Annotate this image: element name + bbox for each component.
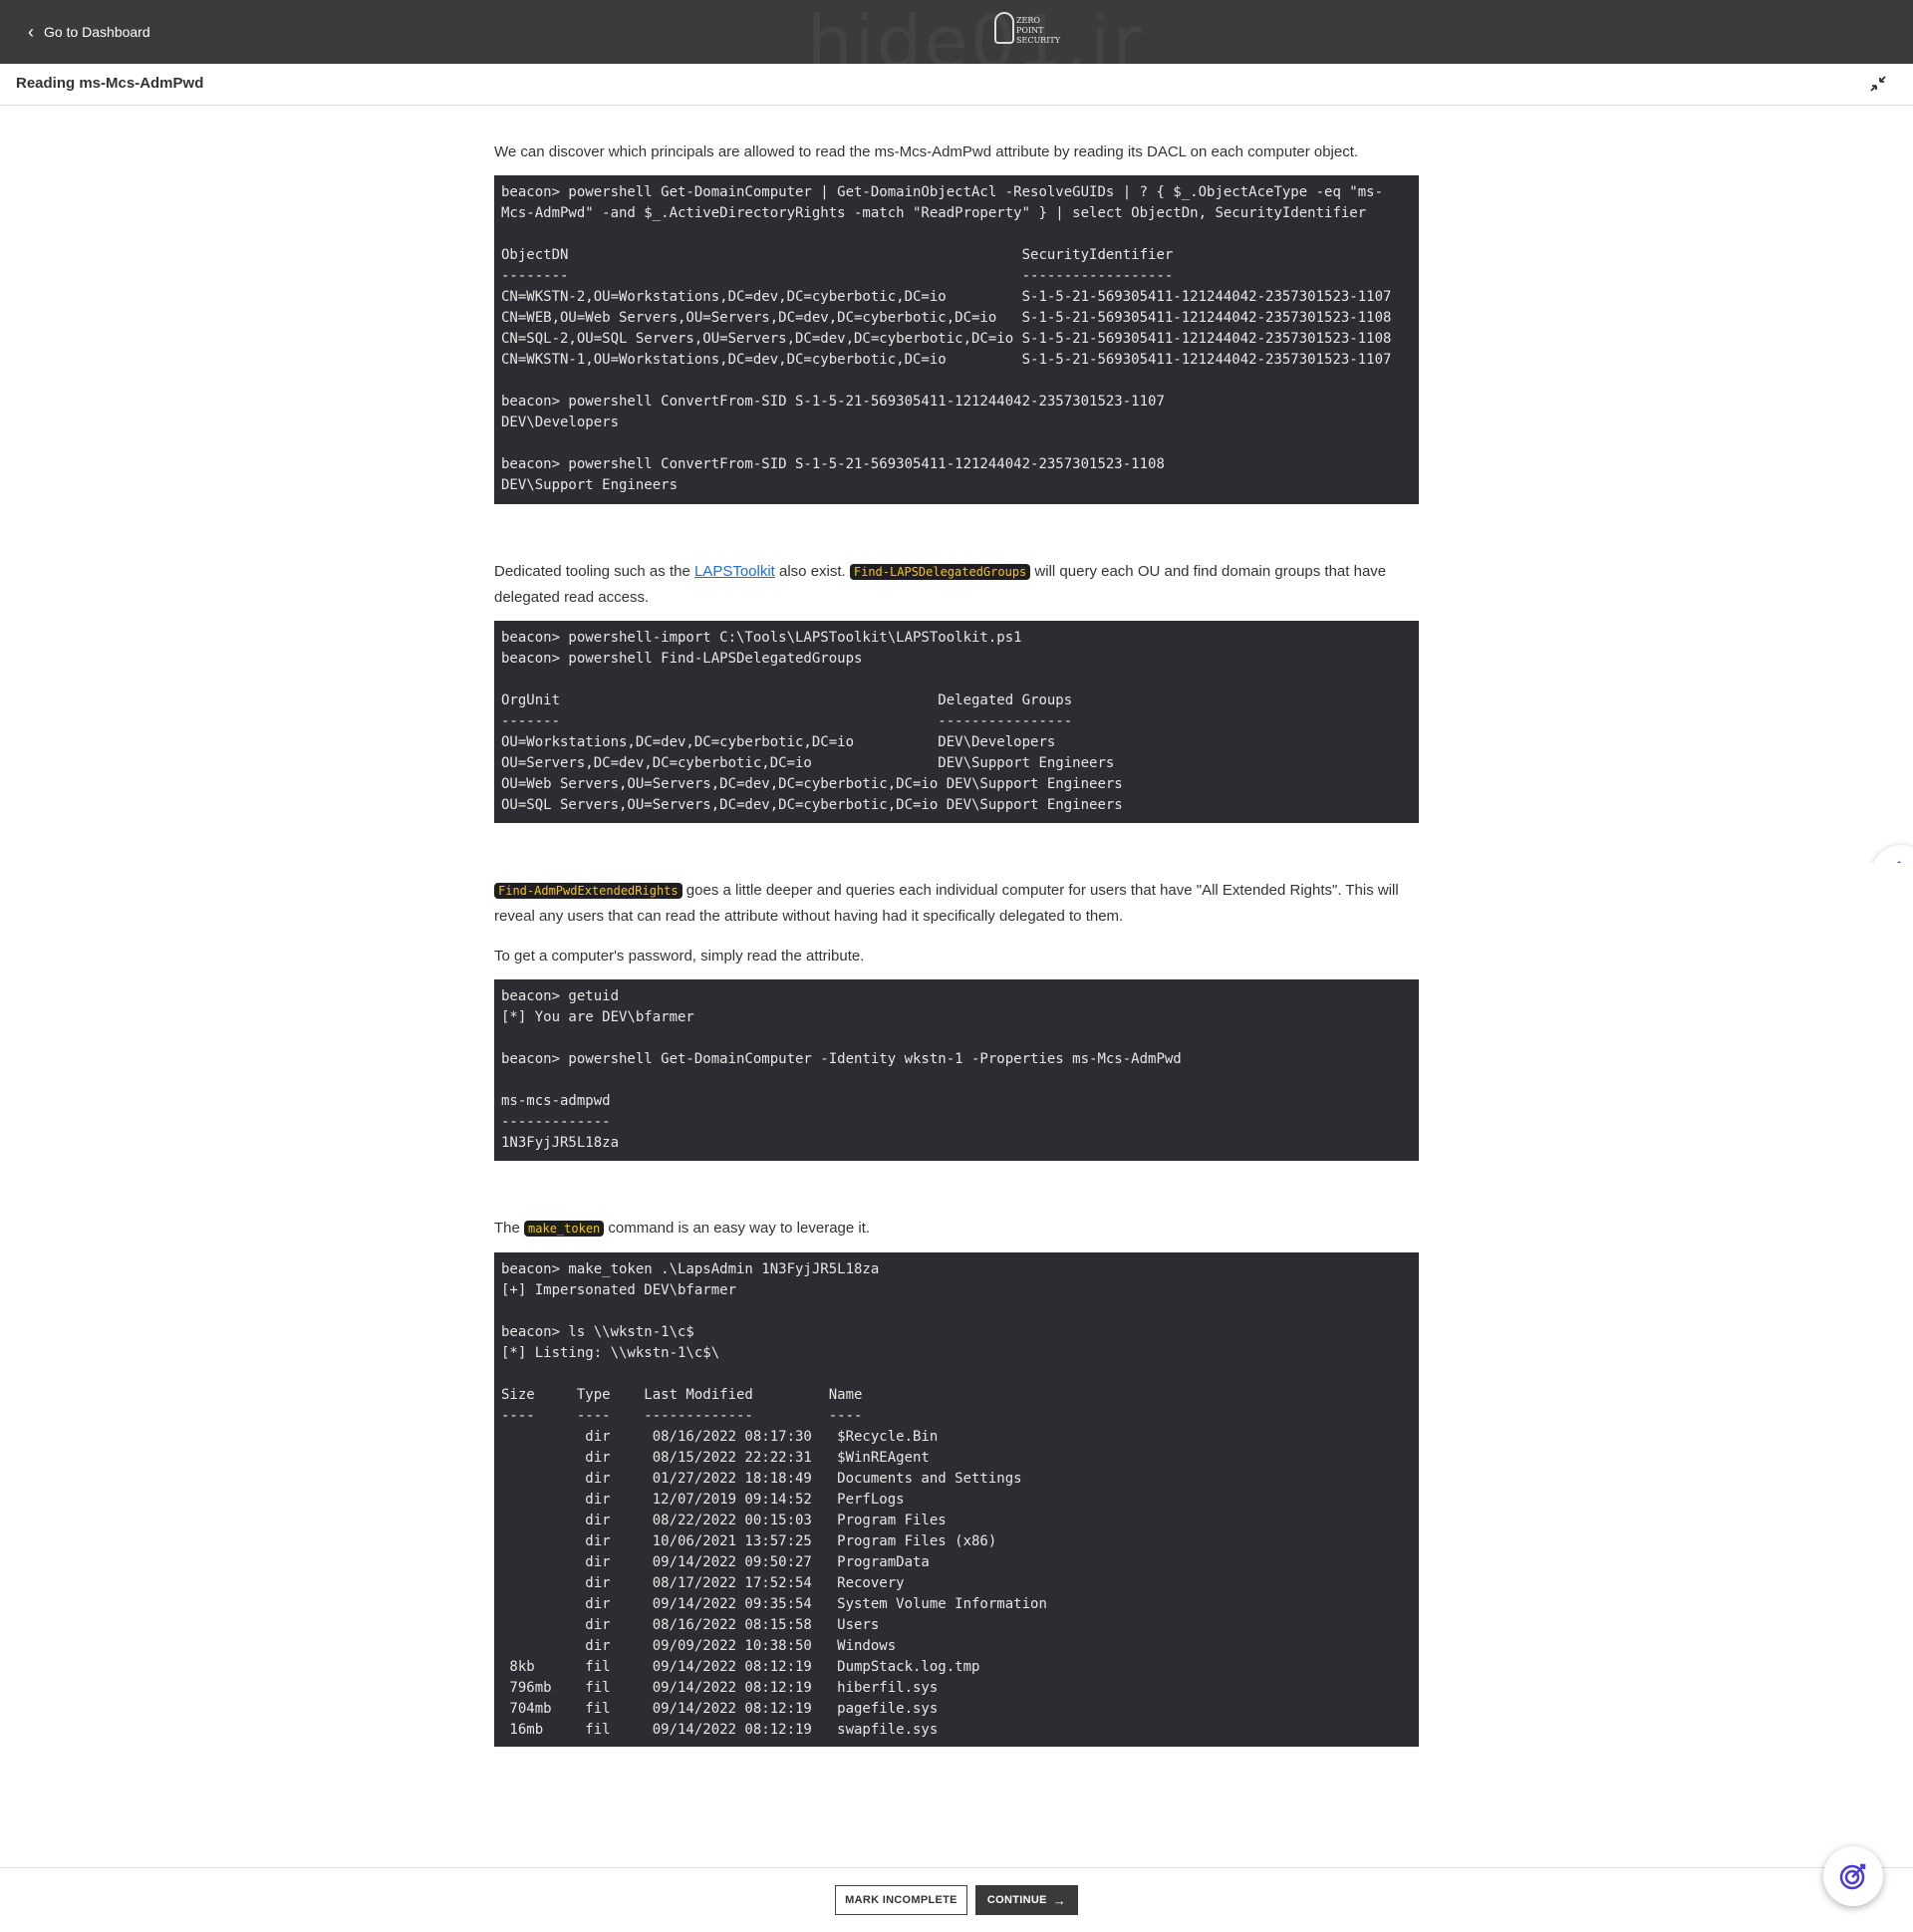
collapse-icon[interactable] <box>1867 73 1889 95</box>
side-mask <box>1803 863 1913 923</box>
code-block-domain-acl: beacon> powershell Get-DomainComputer | … <box>494 175 1419 504</box>
lesson-title: Reading ms-Mcs-AdmPwd <box>16 75 204 92</box>
arrow-right-icon: → <box>1052 1892 1067 1908</box>
logo-text: ZERO POINT SECURITY <box>1016 16 1060 45</box>
mark-incomplete-button[interactable]: MARK INCOMPLETE <box>835 1885 967 1915</box>
paragraph-extended-rights: Find-AdmPwdExtendedRights goes a little … <box>494 878 1419 929</box>
paragraph-text: The <box>494 1220 525 1237</box>
paragraph-text: Dedicated tooling such as the <box>494 563 694 580</box>
go-to-dashboard-label: Go to Dashboard <box>44 24 150 40</box>
code-block-read-password: beacon> getuid [*] You are DEV\bfarmer b… <box>494 979 1419 1161</box>
paragraph-make-token: The make_token command is an easy way to… <box>494 1216 1419 1242</box>
zero-point-security-logo: ZERO POINT SECURITY <box>994 10 1060 46</box>
assistant-button[interactable] <box>1823 1846 1883 1906</box>
logo-mark <box>994 12 1014 44</box>
continue-label: CONTINUE <box>986 1894 1047 1906</box>
target-icon <box>1839 1863 1866 1890</box>
lesson-header: Reading ms-Mcs-AdmPwd <box>0 64 1913 106</box>
top-navigation-bar: ‹ Go to Dashboard hide01.ir ZERO POINT S… <box>0 0 1913 78</box>
paragraph-laps-toolkit: Dedicated tooling such as the LAPSToolki… <box>494 559 1419 610</box>
laps-toolkit-link[interactable]: LAPSToolkit <box>694 563 775 580</box>
inline-code-find-laps-delegated-groups: Find-LAPSDelegatedGroups <box>849 564 1031 580</box>
inline-code-make-token: make_token <box>524 1221 605 1237</box>
code-block-laps-delegated-groups: beacon> powershell-import C:\Tools\LAPST… <box>494 621 1419 823</box>
chevron-left-icon: ‹ <box>28 22 34 42</box>
go-to-dashboard-link[interactable]: ‹ Go to Dashboard <box>28 20 150 44</box>
inline-code-find-admpwd-extended-rights: Find-AdmPwdExtendedRights <box>494 883 683 899</box>
paragraph-dacl-intro: We can discover which principals are all… <box>494 143 1359 160</box>
lesson-footer: MARK INCOMPLETE CONTINUE → <box>0 1867 1913 1932</box>
lesson-content: We can discover which principals are all… <box>494 139 1419 1747</box>
paragraph-read-attribute: To get a computer's password, simply rea… <box>494 948 865 965</box>
paragraph-text: also exist. <box>774 563 850 580</box>
continue-button[interactable]: CONTINUE → <box>975 1885 1078 1915</box>
code-block-make-token-listing: beacon> make_token .\LapsAdmin 1N3FyjJR5… <box>494 1252 1419 1747</box>
paragraph-text: command is an easy way to leverage it. <box>604 1220 871 1237</box>
